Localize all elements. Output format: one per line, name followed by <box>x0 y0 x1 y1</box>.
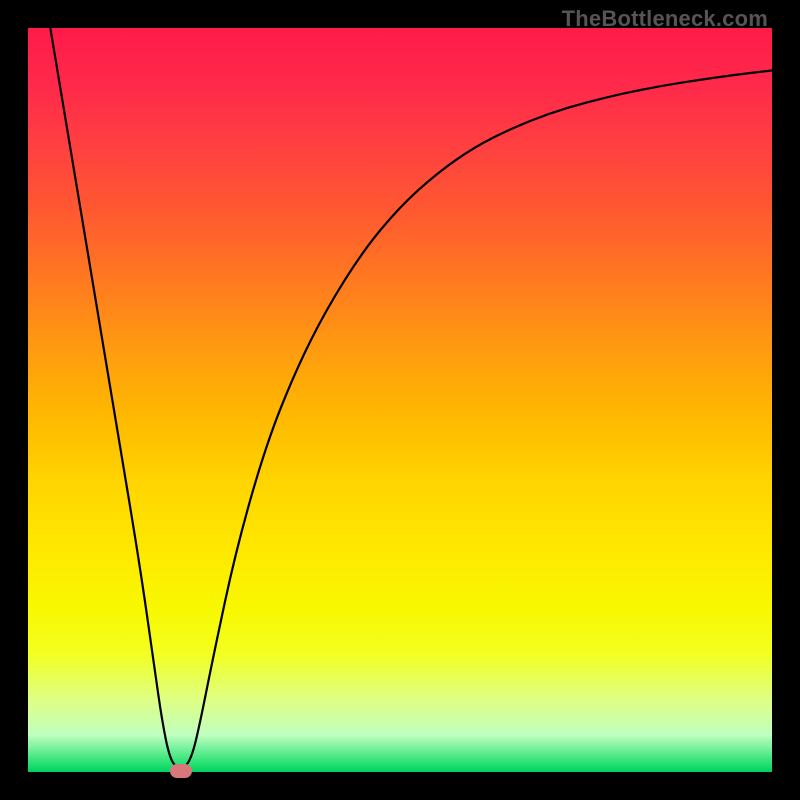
optimal-point-marker <box>170 764 192 778</box>
plot-area <box>28 28 772 772</box>
bottleneck-curve <box>28 28 772 772</box>
chart-frame: TheBottleneck.com <box>0 0 800 800</box>
